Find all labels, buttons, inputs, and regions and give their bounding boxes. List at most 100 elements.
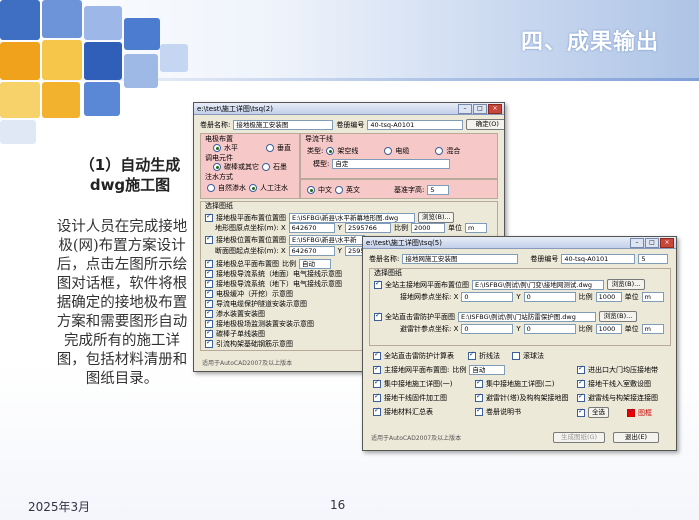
light-ref-y-field[interactable]: 0 [523, 324, 576, 334]
browse-button[interactable]: 浏览(B)... [418, 212, 454, 223]
slide-title: 四、成果输出 [520, 30, 659, 55]
maximize-button[interactable]: □ [473, 103, 487, 114]
dialog-titlebar: e:\test\施工详图\tsq(5) – □ × [363, 237, 676, 249]
model-select[interactable]: 自定 [332, 159, 451, 169]
vertical-label: 垂直 [277, 144, 291, 152]
main-plan-label: 全站主接地网平面布置位图 [385, 280, 469, 289]
ok-button[interactable]: 确定(O) [466, 119, 504, 130]
exit-button[interactable]: 退出(E) [613, 432, 659, 443]
left-check-1[interactable] [373, 392, 381, 402]
calc-checkbox[interactable] [373, 350, 381, 360]
water-method-label: 注水方式 [205, 173, 233, 181]
ref-label: 接地网参点坐标: X [400, 293, 459, 301]
check-item-6[interactable] [205, 318, 213, 328]
unit-select[interactable]: m [464, 223, 487, 233]
minimize-button[interactable]: – [458, 103, 472, 114]
maximize-button[interactable]: □ [645, 237, 659, 248]
vol-no-extra-field[interactable]: 5 [638, 254, 669, 264]
grid-scale-select[interactable]: 自动 [469, 365, 506, 375]
close-button[interactable]: × [660, 237, 674, 248]
plan-path-field[interactable]: E:\ISFBG\新县\水平新幕地形图.dwg [289, 212, 415, 223]
minimize-button[interactable]: – [630, 237, 644, 248]
light-scale-select[interactable]: 1000 [595, 324, 622, 334]
scale-select[interactable]: 2000 [410, 223, 445, 233]
roll-checkbox[interactable] [512, 352, 520, 360]
cable-radio[interactable] [384, 147, 393, 155]
fold-checkbox[interactable] [468, 350, 476, 360]
manual-water-label: 人工注水 [260, 184, 288, 192]
check-item-1[interactable] [205, 268, 213, 278]
check-item-4[interactable] [205, 298, 213, 308]
font-height-field[interactable]: 5 [427, 185, 450, 195]
scale-select[interactable]: 1000 [595, 292, 622, 302]
vol-name-field[interactable]: 接地极施工安装图 [233, 119, 334, 130]
plan2-checkbox[interactable] [205, 234, 213, 244]
browse-button[interactable]: 浏览(B)... [607, 279, 645, 290]
conductor-group: 导流干线 类型: 架空线 电缆 混合 模型: 自定 [300, 133, 498, 179]
vol-no-field[interactable]: 40-tsq-A0101 [561, 254, 636, 264]
carbon-radio[interactable] [213, 163, 221, 171]
manual-water-radio[interactable] [249, 184, 257, 192]
left-check-label-0: 集中接地施工详图(一) [384, 380, 453, 388]
select-all-checkbox[interactable] [577, 407, 585, 417]
right-check-1[interactable] [577, 392, 585, 402]
check-item-0[interactable] [205, 258, 213, 268]
mid-check-1[interactable] [475, 392, 483, 402]
check-item-2[interactable] [205, 278, 213, 288]
origin-x-field[interactable]: 642670 [288, 223, 335, 233]
left-check-2[interactable] [373, 406, 381, 416]
language-group: 中文 英文 基准字高: 5 [300, 179, 498, 199]
vertical-radio[interactable] [266, 144, 274, 152]
check-item-7[interactable] [205, 328, 213, 338]
check-item-5[interactable] [205, 308, 213, 318]
vol-no-field[interactable]: 40-tsq-A0101 [367, 119, 464, 130]
plan-label: 接地极平面布置位置图 [216, 213, 286, 222]
scale-label: 比例 [578, 293, 593, 301]
plan2-path-field[interactable]: E:\ISFBG\新县\水平新 [289, 235, 365, 245]
subtitle-line1: （1）自动生成 [79, 156, 181, 174]
mid-check-2[interactable] [475, 406, 483, 416]
grid-checkbox[interactable] [373, 364, 381, 374]
graphite-radio[interactable] [262, 163, 270, 171]
ref-x-field[interactable]: 0 [461, 292, 514, 302]
left-check-label-2: 接地材料汇总表 [384, 408, 433, 416]
model-label: 模型: [313, 160, 330, 168]
left-check-0[interactable] [373, 378, 381, 388]
lightning-checkbox[interactable] [374, 311, 382, 321]
light-ref-x-field[interactable]: 0 [461, 324, 514, 334]
vol-name-field[interactable]: 接地网施工安装图 [402, 254, 519, 264]
lightning-path-field[interactable]: E:\ISFBG\例试\例\门站防雷保护图.dwg [458, 311, 596, 322]
main-plan-checkbox[interactable] [374, 279, 382, 289]
plan-checkbox[interactable] [205, 212, 213, 222]
check-item-3[interactable] [205, 288, 213, 298]
unit-label: 单位 [447, 224, 462, 232]
frame-checkbox[interactable] [627, 407, 635, 417]
check-label-1: 接地极导流系统（地面）电气接线示意图 [216, 270, 342, 278]
horizontal-radio[interactable] [213, 144, 221, 152]
start-x-field[interactable]: 642670 [288, 246, 335, 256]
overhead-radio[interactable] [326, 147, 335, 155]
gate-checkbox[interactable] [577, 364, 585, 374]
mixed-label: 混合 [446, 147, 461, 155]
dialog-titlebar: e:\test\施工详图\tsq(2) – □ × [194, 103, 504, 115]
mid-check-0[interactable] [475, 378, 483, 388]
self-seep-radio[interactable] [207, 184, 215, 192]
chinese-radio[interactable] [307, 186, 315, 194]
close-button[interactable]: × [488, 103, 502, 114]
unit-select[interactable]: m [641, 292, 664, 302]
check-label-7: 碳棒子单线装图 [216, 330, 265, 338]
check-item-8[interactable] [205, 338, 213, 348]
mixed-radio[interactable] [435, 147, 444, 155]
description-text: 设计人员在完成接地极(网)布置方案设计后，点击左图所示绘图对话框，软件将根据确定… [56, 219, 188, 387]
main-plan-path-field[interactable]: E:\ISFBG\例试\例\门变\接地网测试.dwg [472, 279, 604, 290]
ref-y-field[interactable]: 0 [523, 292, 576, 302]
right-check-0[interactable] [577, 378, 585, 388]
scale2-select[interactable]: 自动 [299, 259, 331, 269]
generate-button[interactable]: 生成图纸(G) [553, 432, 605, 443]
english-radio[interactable] [335, 186, 343, 194]
browse-button-2[interactable]: 浏览(B)... [599, 311, 637, 322]
light-unit-select[interactable]: m [641, 324, 664, 334]
roll-label: 滚球法 [523, 352, 544, 360]
start-label: 断面图起点坐标(m): X [215, 247, 286, 255]
origin-y-field[interactable]: 2595766 [344, 223, 391, 233]
